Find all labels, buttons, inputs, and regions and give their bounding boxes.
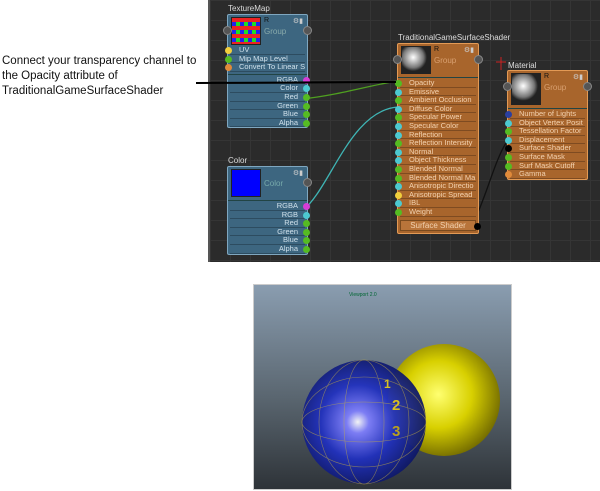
port-blended-normal-ma[interactable]	[395, 174, 402, 182]
attribute-label: Weight	[409, 206, 433, 216]
input-weight[interactable]: Weight	[395, 206, 476, 217]
sphere-thumbnail	[401, 46, 431, 74]
port-ambient-occlusion[interactable]	[395, 97, 402, 105]
input-port[interactable]	[393, 55, 402, 64]
settings-icon[interactable]: ⚙▮	[464, 46, 474, 54]
output-alpha[interactable]: Alpha	[230, 117, 310, 128]
output-port[interactable]	[583, 82, 592, 91]
port-tessellation-factor[interactable]	[505, 128, 512, 136]
port-rgb[interactable]	[303, 211, 310, 219]
port-displacement[interactable]	[505, 136, 512, 144]
port-green[interactable]	[303, 102, 310, 110]
port-gamma[interactable]	[505, 171, 512, 179]
output-alpha[interactable]: Alpha	[230, 243, 310, 254]
port-number-of-lights[interactable]	[505, 111, 512, 118]
input-convert-to-linear-s[interactable]: Convert To Linear S	[225, 62, 306, 72]
port-specular-color[interactable]	[395, 122, 402, 130]
node-editor[interactable]: TextureMap R Group ⚙▮ UV Mip Map Level Con…	[208, 0, 600, 262]
surface-shader-output[interactable]: Surface Shader	[400, 219, 481, 231]
port-diffuse-color[interactable]	[395, 105, 402, 113]
sphere-number-1: 1	[384, 377, 391, 391]
settings-icon[interactable]: ⚙▮	[293, 17, 303, 25]
color-swatch[interactable]	[231, 169, 261, 197]
input-port[interactable]	[223, 26, 232, 35]
output-port[interactable]	[474, 55, 483, 64]
attribute-label: Convert To Linear S	[239, 62, 306, 72]
texturemap-node[interactable]: R Group ⚙▮ UV Mip Map Level Convert To Lin…	[223, 14, 312, 129]
port-reflection[interactable]	[395, 131, 402, 139]
input-gamma[interactable]: Gamma	[505, 169, 585, 179]
port-red[interactable]	[303, 93, 310, 101]
port-opacity[interactable]	[395, 80, 402, 87]
output-port[interactable]	[303, 26, 312, 35]
group-label: Group	[434, 56, 457, 65]
viewport[interactable]: Viewport 2.0 1 2 3	[253, 284, 512, 490]
port-surf-mask-cutoff[interactable]	[505, 162, 512, 170]
settings-icon[interactable]: ⚙▮	[573, 73, 583, 81]
material-node[interactable]: R Group ⚙▮ Number of Lights Object Vertex…	[503, 70, 592, 180]
port-surface-shader[interactable]	[474, 222, 481, 230]
callout-annotation: Connect your transparency channel to the…	[2, 55, 197, 97]
port-weight[interactable]	[395, 208, 402, 216]
port-green[interactable]	[303, 228, 310, 236]
port-specular-power[interactable]	[395, 114, 402, 122]
settings-icon[interactable]: ⚙▮	[293, 169, 303, 177]
shader-node[interactable]: R Group ⚙▮ Opacity Emissive Ambient Occlus…	[393, 43, 483, 234]
attribute-label: Alpha	[278, 243, 298, 253]
port-anisotropic-spread[interactable]	[395, 191, 402, 199]
connection-red-to-opacity[interactable]	[301, 80, 399, 100]
material-title: Material	[508, 61, 537, 70]
group-label: Group	[544, 83, 567, 92]
color-node[interactable]: Color ⚙▮ RGBA RGB Red Green Blue Alpha	[227, 166, 312, 255]
port-mip-map-level[interactable]	[225, 55, 232, 63]
port-blended-normal[interactable]	[395, 165, 402, 173]
port-emissive[interactable]	[395, 88, 402, 96]
port-object-thickness[interactable]	[395, 157, 402, 165]
texturemap-title: TextureMap	[228, 4, 270, 13]
header-r: R	[434, 46, 440, 53]
attribute-label: Alpha	[278, 117, 298, 127]
port-surface-mask[interactable]	[505, 153, 512, 161]
color-header-label: Color	[264, 179, 284, 188]
header-r: R	[544, 73, 550, 80]
output-port[interactable]	[303, 178, 312, 187]
input-port[interactable]	[503, 82, 512, 91]
group-label: Group	[264, 27, 287, 36]
port-ibl[interactable]	[395, 200, 402, 208]
port-uv[interactable]	[225, 47, 232, 54]
sphere-number-2: 2	[392, 397, 400, 414]
header-r: R	[264, 17, 270, 24]
port-object-vertex-posit[interactable]	[505, 119, 512, 127]
port-alpha[interactable]	[303, 119, 310, 127]
attribute-label: Gamma	[519, 169, 546, 179]
shader-title: TraditionalGameSurfaceShader	[398, 33, 511, 42]
footer-label: Surface Shader	[410, 220, 466, 230]
port-anisotropic-directio[interactable]	[395, 183, 402, 191]
port-convert-to-linear-s[interactable]	[225, 64, 232, 72]
viewport-scene: 1 2 3	[301, 344, 500, 485]
sphere-number-3: 3	[392, 423, 400, 440]
blue-textured-sphere[interactable]	[302, 360, 426, 484]
color-title: Color	[228, 156, 248, 165]
cursor-crosshair-icon	[496, 57, 506, 70]
port-reflection-intensity[interactable]	[395, 140, 402, 148]
port-normal[interactable]	[395, 148, 402, 156]
connection-rgb-to-diffuse[interactable]	[301, 106, 399, 212]
port-surface-shader[interactable]	[505, 145, 512, 153]
port-rgba[interactable]	[303, 203, 310, 210]
texture-thumbnail	[231, 17, 261, 45]
sphere-thumbnail	[511, 73, 541, 105]
port-alpha[interactable]	[303, 245, 310, 253]
